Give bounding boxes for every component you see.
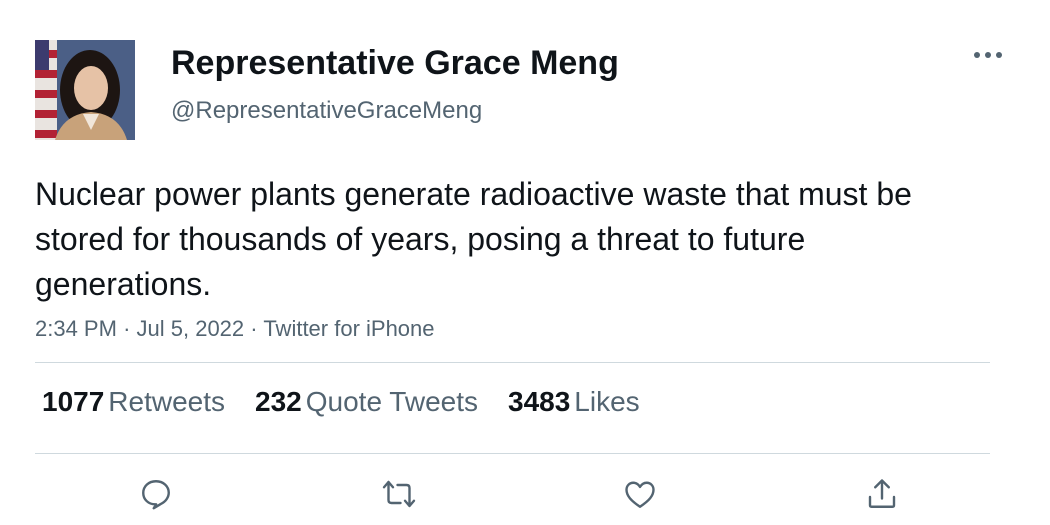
- likes-label: Likes: [574, 386, 640, 417]
- retweets-count: 1077: [42, 386, 105, 417]
- separator-dot: ·: [123, 316, 137, 341]
- quote-tweets-count: 232: [255, 386, 302, 417]
- more-options-icon[interactable]: [970, 40, 1006, 70]
- tweet-text: Nuclear power plants generate radioactiv…: [35, 176, 912, 302]
- share-icon[interactable]: [862, 474, 902, 514]
- likes-count: 3483: [508, 386, 571, 417]
- avatar[interactable]: [35, 40, 135, 140]
- like-icon[interactable]: [620, 474, 660, 514]
- author-name[interactable]: Representative Grace Meng: [171, 44, 619, 83]
- likes-stat[interactable]: 3483 Likes: [508, 386, 640, 418]
- retweets-stat[interactable]: 1077 Retweets: [42, 386, 225, 418]
- quote-tweets-stat[interactable]: 232 Quote Tweets: [255, 386, 478, 418]
- divider: [35, 453, 990, 454]
- quote-tweets-label: Quote Tweets: [305, 386, 478, 417]
- retweet-icon[interactable]: [379, 474, 419, 514]
- tweet-time[interactable]: 2:34 PM: [35, 316, 117, 341]
- tweet-source[interactable]: Twitter for iPhone: [263, 316, 434, 341]
- separator-dot: ·: [250, 316, 264, 341]
- tweet-stats: 1077 Retweets 232 Quote Tweets 3483 Likes: [42, 386, 640, 418]
- author-handle[interactable]: @RepresentativeGraceMeng: [171, 97, 482, 125]
- tweet-meta: 2:34 PM · Jul 5, 2022 · Twitter for iPho…: [35, 316, 435, 342]
- profile-photo: [35, 40, 135, 140]
- reply-icon[interactable]: [136, 474, 176, 514]
- retweets-label: Retweets: [108, 386, 226, 417]
- tweet-date[interactable]: Jul 5, 2022: [137, 316, 245, 341]
- divider: [35, 362, 990, 363]
